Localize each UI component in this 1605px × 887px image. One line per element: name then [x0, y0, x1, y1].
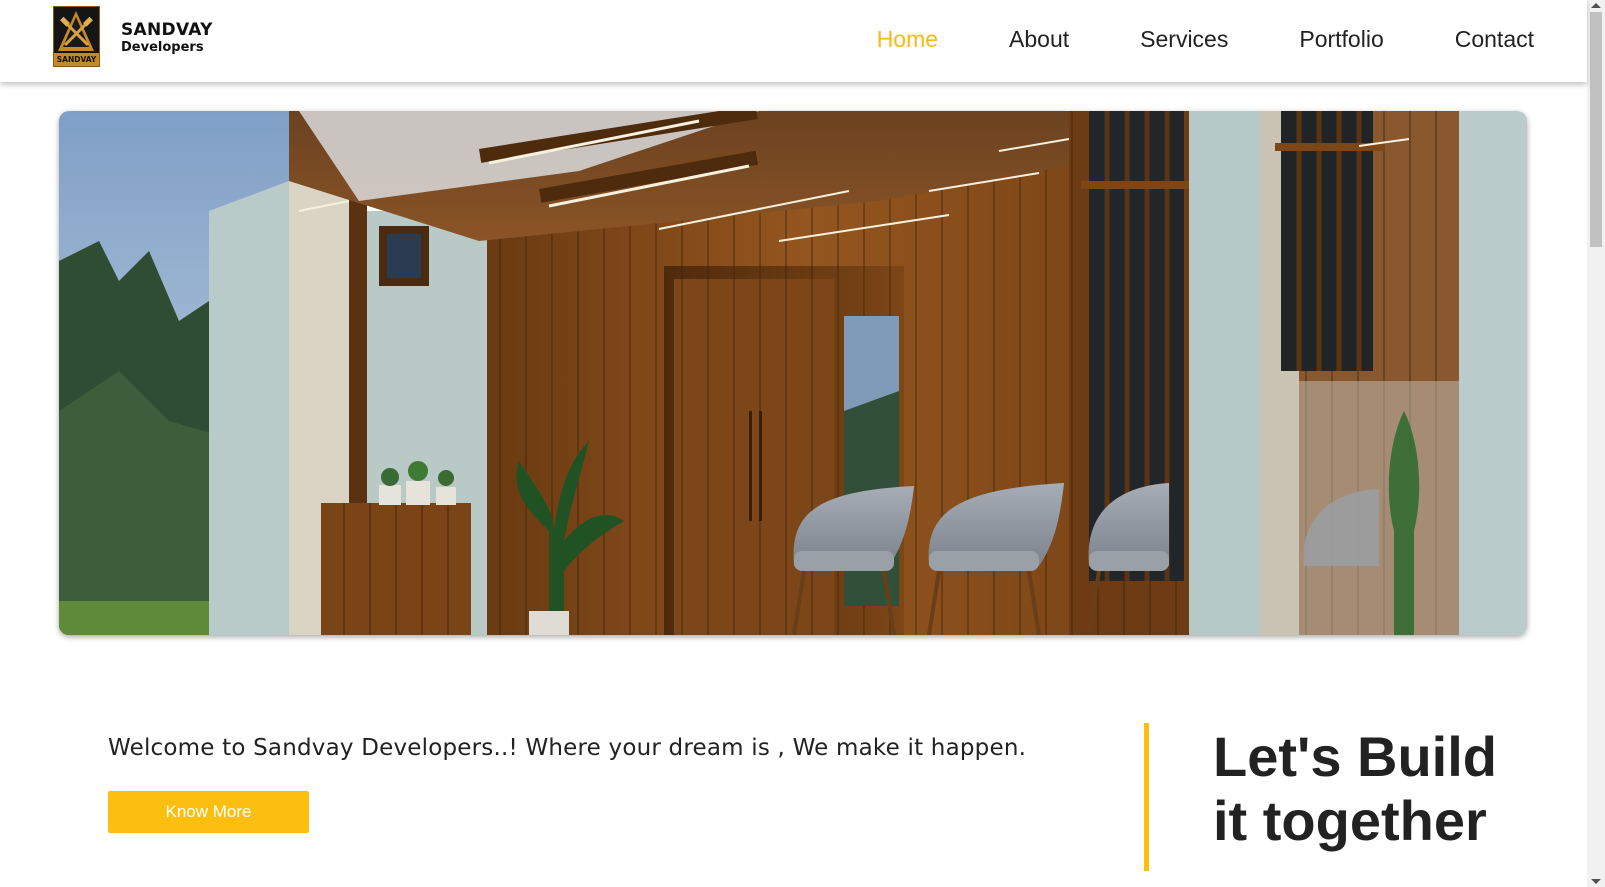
office-interior-illustration [59, 111, 1527, 635]
scroll-up-arrow-icon[interactable] [1591, 3, 1601, 8]
scrollbar-thumb[interactable] [1590, 12, 1602, 247]
nav-services-link[interactable]: Services [1140, 26, 1228, 52]
section-divider [1144, 723, 1149, 871]
nav-contact-link[interactable]: Contact [1455, 26, 1534, 52]
brand-title[interactable]: SANDVAY Developers [121, 20, 213, 56]
tagline-heading: Let's Build it together [1213, 725, 1553, 853]
know-more-button[interactable]: Know More [108, 791, 309, 833]
site-header: SANDVAY SANDVAY Developers Home About Se… [0, 0, 1587, 82]
nav-about-link[interactable]: About [1009, 26, 1069, 52]
tagline-line-1: Let's Build [1213, 725, 1497, 788]
scroll-down-arrow-icon[interactable] [1591, 879, 1601, 884]
hero-image [59, 111, 1527, 635]
brand-name: SANDVAY [121, 20, 213, 40]
nav-portfolio-link[interactable]: Portfolio [1299, 26, 1383, 52]
main-nav: Home About Services Portfolio Contact [806, 26, 1534, 52]
brand-subtitle: Developers [121, 40, 204, 55]
sandvay-logo[interactable]: SANDVAY [53, 6, 100, 67]
logo-text: SANDVAY [57, 55, 97, 64]
tagline-line-2: it together [1213, 789, 1487, 852]
page-scrollbar[interactable] [1587, 0, 1605, 887]
welcome-message: Welcome to Sandvay Developers..! Where y… [108, 735, 1027, 761]
nav-home-link[interactable]: Home [877, 26, 938, 52]
